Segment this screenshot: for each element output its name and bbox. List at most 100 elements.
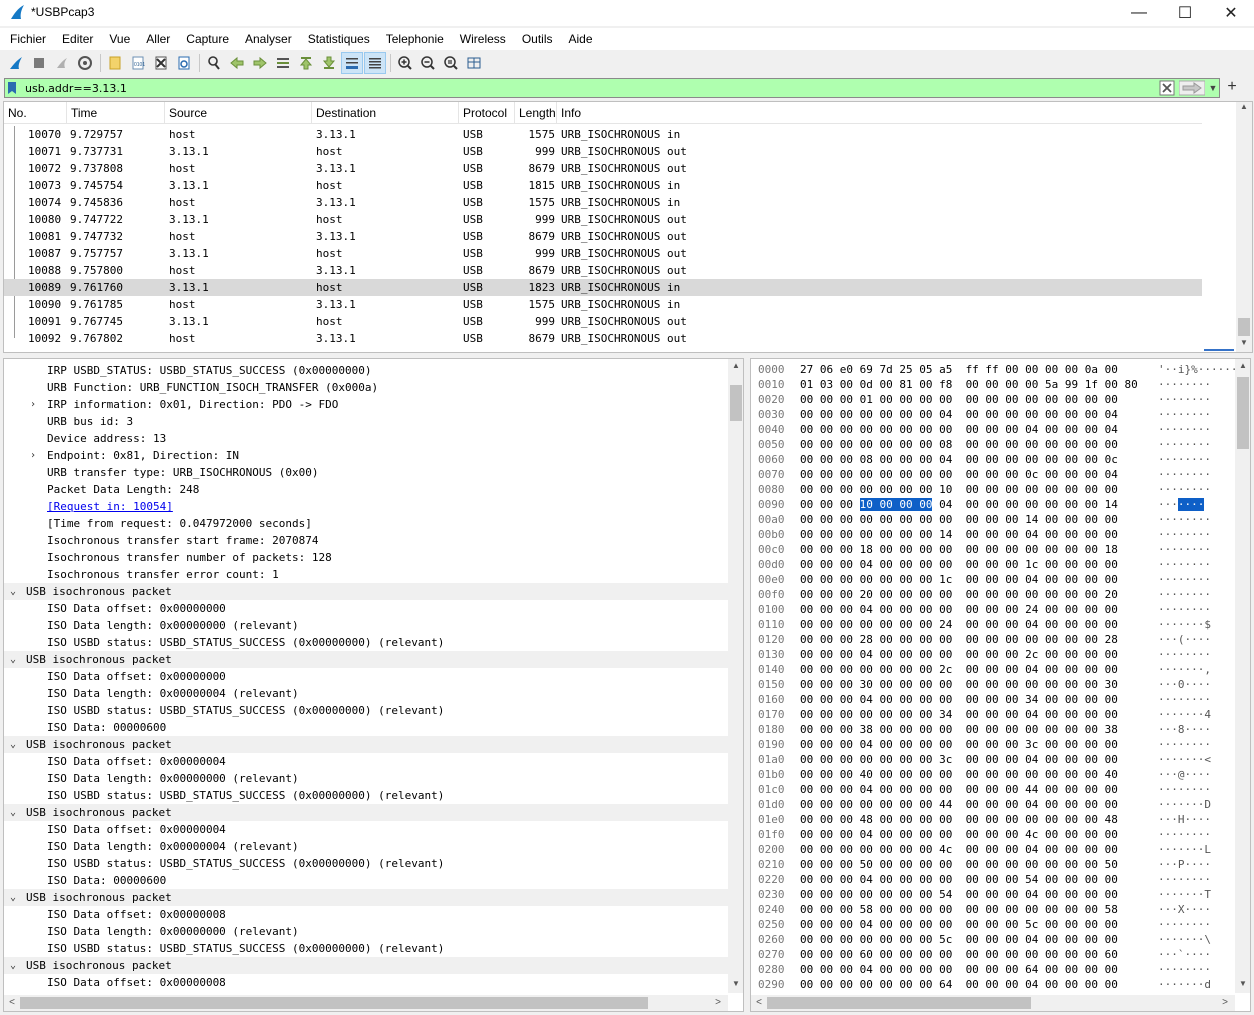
hex-row[interactable]: 00e0 00 00 00 00 00 00 00 1c 00 00 00 04 …	[751, 572, 1235, 587]
open-recent-icon[interactable]: 0101	[127, 52, 149, 74]
menu-aide[interactable]: Aide	[561, 29, 601, 49]
hex-row[interactable]: 0130 00 00 00 04 00 00 00 00 00 00 00 2c …	[751, 647, 1235, 662]
packet-list-scrollbar[interactable]: ▲ ▼	[1202, 102, 1252, 352]
packet-row[interactable]: 10092 9.767802 host 3.13.1 USB 8679 URB_ISOCHR…	[4, 330, 1202, 347]
detail-field-row[interactable]: ISO Data: 00000600	[4, 872, 728, 889]
hex-row[interactable]: 0000 27 06 e0 69 7d 25 05 a5 ff ff 00 00 …	[751, 362, 1237, 377]
menu-aller[interactable]: Aller	[138, 29, 178, 49]
autoscroll-icon[interactable]	[341, 52, 363, 74]
scroll-down-arrow[interactable]: ▼	[1236, 338, 1252, 352]
hex-row[interactable]: 0290 00 00 00 00 00 00 00 64 00 00 00 04 …	[751, 977, 1235, 992]
hex-row[interactable]: 0210 00 00 00 50 00 00 00 00 00 00 00 00 …	[751, 857, 1235, 872]
expand-arrow-icon[interactable]: ›	[27, 447, 39, 464]
detail-field-row[interactable]: ISO Data: 00000600	[4, 719, 728, 736]
detail-field-row[interactable]: ISO Data offset: 0x00000004	[4, 821, 728, 838]
detail-field-row[interactable]: ISO Data length: 0x00000004 (relevant)	[4, 685, 728, 702]
hex-row[interactable]: 00b0 00 00 00 00 00 00 00 14 00 00 00 04 …	[751, 527, 1235, 542]
hex-row[interactable]: 0230 00 00 00 00 00 00 00 54 00 00 00 04 …	[751, 887, 1235, 902]
detail-field-row[interactable]: ISO Data offset: 0x00000000	[4, 600, 728, 617]
scrollbar-thumb[interactable]	[1238, 318, 1250, 336]
detail-field-row[interactable]: ISO USBD status: USBD_STATUS_SUCCESS (0x…	[4, 787, 728, 804]
column-protocol[interactable]: Protocol	[459, 102, 515, 124]
capture-options-icon[interactable]	[74, 52, 96, 74]
hex-row[interactable]: 00d0 00 00 00 04 00 00 00 00 00 00 00 1c …	[751, 557, 1235, 572]
scroll-up-arrow[interactable]: ▲	[1235, 361, 1250, 375]
packet-row[interactable]: 10071 9.737731 3.13.1 host USB 999 URB_ISOCHRO…	[4, 143, 1202, 160]
menu-vue[interactable]: Vue	[101, 29, 138, 49]
menu-telephonie[interactable]: Telephonie	[378, 29, 452, 49]
detail-group-row[interactable]: ⌄ USB isochronous packet	[4, 651, 728, 668]
detail-field-row[interactable]: › IRP information: 0x01, Direction: PDO -…	[4, 396, 728, 413]
hex-row[interactable]: 0070 00 00 00 00 00 00 00 00 00 00 00 0c …	[751, 467, 1235, 482]
hex-row[interactable]: 0110 00 00 00 00 00 00 00 24 00 00 00 04 …	[751, 617, 1235, 632]
packet-row[interactable]: 10074 9.745836 host 3.13.1 USB 1575 URB_ISOCHR…	[4, 194, 1202, 211]
find-packet-icon[interactable]	[203, 52, 225, 74]
packet-row[interactable]: 10087 9.757757 3.13.1 host USB 999 URB_ISOCHRO…	[4, 245, 1202, 262]
go-to-packet-icon[interactable]	[272, 52, 294, 74]
zoom-in-icon[interactable]	[394, 52, 416, 74]
close-button[interactable]: ✕	[1208, 0, 1254, 26]
scroll-right-arrow[interactable]: >	[710, 995, 726, 1011]
detail-field-row[interactable]: URB Function: URB_FUNCTION_ISOCH_TRANSFE…	[4, 379, 728, 396]
collapse-arrow-icon[interactable]: ⌄	[7, 804, 19, 821]
filter-history-dropdown[interactable]: ▼	[1207, 80, 1219, 96]
detail-field-row[interactable]: Device address: 13	[4, 430, 728, 447]
hex-row[interactable]: 0270 00 00 00 60 00 00 00 00 00 00 00 00 …	[751, 947, 1235, 962]
packet-row[interactable]: 10080 9.747722 3.13.1 host USB 999 URB_ISOCHRO…	[4, 211, 1202, 228]
hex-row[interactable]: 0040 00 00 00 00 00 00 00 00 00 00 00 04 …	[751, 422, 1235, 437]
hex-row[interactable]: 00f0 00 00 00 20 00 00 00 00 00 00 00 00 …	[751, 587, 1235, 602]
hex-row[interactable]: 0140 00 00 00 00 00 00 00 2c 00 00 00 04 …	[751, 662, 1235, 677]
detail-field-row[interactable]: IRP USBD_STATUS: USBD_STATUS_SUCCESS (0x…	[4, 362, 728, 379]
column-info[interactable]: Info	[557, 102, 1202, 124]
detail-field-row[interactable]: URB bus id: 3	[4, 413, 728, 430]
packet-row[interactable]: 10073 9.745754 3.13.1 host USB 1815 URB_ISOCHR…	[4, 177, 1202, 194]
clear-filter-icon[interactable]	[1159, 80, 1175, 96]
expand-arrow-icon[interactable]: ›	[27, 396, 39, 413]
column-length[interactable]: Length	[515, 102, 557, 124]
hex-row[interactable]: 0020 00 00 00 01 00 00 00 00 00 00 00 00 …	[751, 392, 1235, 407]
detail-group-row[interactable]: ⌄ USB isochronous packet	[4, 804, 728, 821]
hex-row[interactable]: 0160 00 00 00 04 00 00 00 00 00 00 00 34 …	[751, 692, 1235, 707]
detail-field-row[interactable]: ISO Data length: 0x00000000 (relevant)	[4, 923, 728, 940]
scroll-down-arrow[interactable]: ▼	[1235, 979, 1250, 993]
scrollbar-thumb[interactable]	[1237, 377, 1249, 449]
menu-analyser[interactable]: Analyser	[237, 29, 300, 49]
filter-bookmark-icon[interactable]	[7, 81, 17, 95]
go-last-icon[interactable]	[318, 52, 340, 74]
detail-group-row[interactable]: ⌄ USB isochronous packet	[4, 736, 728, 753]
hex-row[interactable]: 00c0 00 00 00 18 00 00 00 00 00 00 00 00 …	[751, 542, 1235, 557]
go-back-icon[interactable]	[226, 52, 248, 74]
hex-row[interactable]: 0180 00 00 00 38 00 00 00 00 00 00 00 00 …	[751, 722, 1235, 737]
hex-row[interactable]: 01c0 00 00 00 04 00 00 00 00 00 00 00 44 …	[751, 782, 1235, 797]
scrollbar-track[interactable]	[1236, 102, 1252, 352]
menu-statistiques[interactable]: Statistiques	[300, 29, 378, 49]
hex-row[interactable]: 0260 00 00 00 00 00 00 00 5c 00 00 00 04 …	[751, 932, 1235, 947]
detail-field-row[interactable]: ISO USBD status: USBD_STATUS_SUCCESS (0x…	[4, 855, 728, 872]
bytes-vscrollbar[interactable]: ▲ ▼	[1235, 359, 1250, 993]
hex-row[interactable]: 0280 00 00 00 04 00 00 00 00 00 00 00 64 …	[751, 962, 1235, 977]
zoom-normal-icon[interactable]	[440, 52, 462, 74]
menu-capture[interactable]: Capture	[178, 29, 237, 49]
detail-field-row[interactable]: [Request in: 10054]	[4, 498, 728, 515]
details-hscrollbar[interactable]: < >	[4, 995, 728, 1011]
hex-row[interactable]: 01f0 00 00 00 04 00 00 00 00 00 00 00 4c …	[751, 827, 1235, 842]
hex-row[interactable]: 0080 00 00 00 00 00 00 00 10 00 00 00 00 …	[751, 482, 1235, 497]
collapse-arrow-icon[interactable]: ⌄	[7, 957, 19, 974]
collapse-arrow-icon[interactable]: ⌄	[7, 583, 19, 600]
detail-field-row[interactable]: ISO Data offset: 0x00000008	[4, 974, 728, 991]
menu-fichier[interactable]: Fichier	[2, 29, 54, 49]
bytes-hscrollbar[interactable]: < >	[751, 995, 1235, 1011]
hex-row[interactable]: 01a0 00 00 00 00 00 00 00 3c 00 00 00 04 …	[751, 752, 1235, 767]
detail-field-row[interactable]: Isochronous transfer number of packets: …	[4, 549, 728, 566]
menu-wireless[interactable]: Wireless	[452, 29, 514, 49]
hex-row[interactable]: 0120 00 00 00 28 00 00 00 00 00 00 00 00 …	[751, 632, 1235, 647]
packet-row[interactable]: 10090 9.761785 host 3.13.1 USB 1575 URB_ISOCHR…	[4, 296, 1202, 313]
scrollbar-thumb[interactable]	[767, 997, 1031, 1009]
detail-field-row[interactable]: › Endpoint: 0x81, Direction: IN	[4, 447, 728, 464]
menu-editer[interactable]: Editer	[54, 29, 101, 49]
detail-field-row[interactable]: ISO Data length: 0x00000004 (relevant)	[4, 838, 728, 855]
resize-columns-icon[interactable]	[463, 52, 485, 74]
open-file-icon[interactable]	[104, 52, 126, 74]
detail-field-row[interactable]: ISO Data length: 0x00000000 (relevant)	[4, 770, 728, 787]
hex-row[interactable]: 0220 00 00 00 04 00 00 00 00 00 00 00 54 …	[751, 872, 1235, 887]
